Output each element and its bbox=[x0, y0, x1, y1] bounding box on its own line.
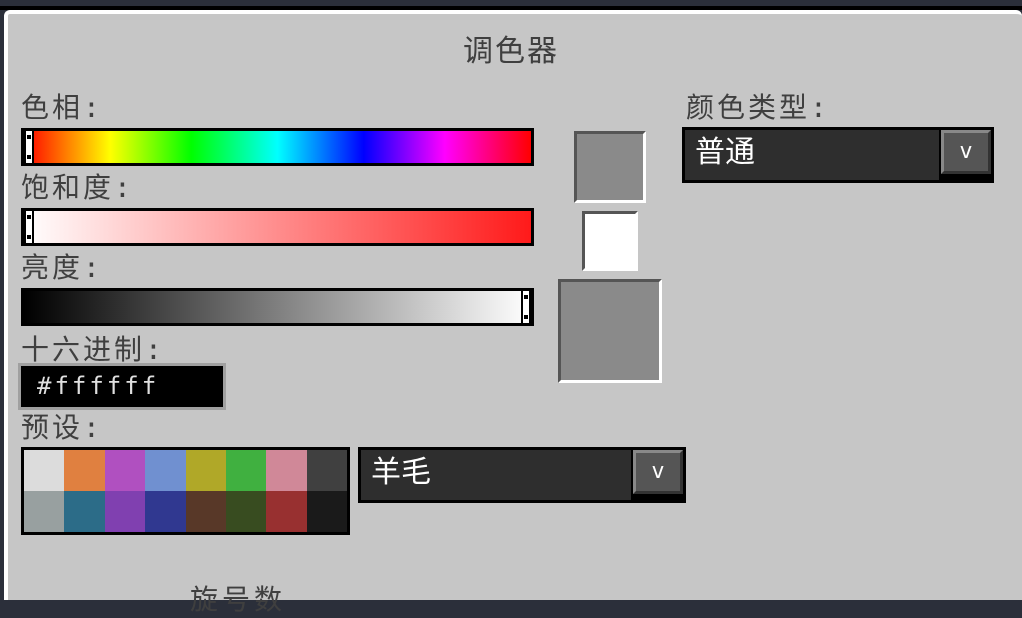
hue-slider[interactable] bbox=[21, 128, 534, 166]
hue-gradient bbox=[24, 131, 531, 163]
hex-input[interactable]: #ffffff bbox=[21, 366, 223, 407]
hex-label: 十六进制: bbox=[21, 333, 165, 366]
current-color-preview bbox=[582, 211, 638, 271]
saturation-slider-knob[interactable] bbox=[24, 211, 34, 243]
preset-color-swatch[interactable] bbox=[185, 450, 226, 491]
preset-color-swatch[interactable] bbox=[225, 450, 267, 491]
brightness-label: 亮度: bbox=[21, 251, 103, 284]
preset-dropdown[interactable]: 羊毛 v bbox=[358, 447, 686, 503]
color-type-dropdown-value[interactable]: 普通 bbox=[685, 130, 939, 180]
preset-color-swatch[interactable] bbox=[24, 450, 65, 491]
color-type-dropdown[interactable]: 普通 v bbox=[682, 127, 994, 183]
brightness-gradient bbox=[24, 291, 531, 323]
preset-color-swatch[interactable] bbox=[225, 491, 267, 532]
preset-color-swatch[interactable] bbox=[104, 450, 146, 491]
preset-color-swatch[interactable] bbox=[104, 491, 146, 532]
preset-color-swatch[interactable] bbox=[145, 450, 186, 491]
chevron-down-icon: v bbox=[959, 139, 973, 164]
preset-color-swatch[interactable] bbox=[266, 491, 307, 532]
presets-label: 预设: bbox=[21, 411, 103, 444]
preset-color-swatch[interactable] bbox=[306, 450, 347, 491]
preset-color-swatch[interactable] bbox=[64, 450, 105, 491]
preset-color-swatch[interactable] bbox=[266, 450, 307, 491]
brightness-slider[interactable] bbox=[21, 288, 534, 326]
original-color-preview bbox=[574, 131, 646, 203]
saturation-label: 饱和度: bbox=[21, 171, 134, 204]
hue-slider-knob[interactable] bbox=[24, 131, 34, 163]
chevron-down-icon: v bbox=[651, 459, 665, 484]
saturation-gradient bbox=[24, 211, 531, 243]
preset-color-swatch[interactable] bbox=[24, 491, 65, 532]
hex-input-frame[interactable]: #ffffff bbox=[18, 363, 226, 410]
partial-footer-label: 旋号数 bbox=[190, 583, 287, 616]
preset-color-swatch[interactable] bbox=[64, 491, 105, 532]
hue-label: 色相: bbox=[21, 91, 103, 124]
preset-palette bbox=[21, 447, 350, 535]
preset-dropdown-value[interactable]: 羊毛 bbox=[361, 450, 631, 500]
preset-dropdown-button[interactable]: v bbox=[633, 450, 683, 494]
preset-color-swatch[interactable] bbox=[185, 491, 226, 532]
saturation-slider[interactable] bbox=[21, 208, 534, 246]
preset-color-swatch[interactable] bbox=[145, 491, 186, 532]
preset-color-swatch[interactable] bbox=[306, 491, 347, 532]
result-color-preview bbox=[558, 279, 662, 383]
color-type-label: 颜色类型: bbox=[686, 91, 830, 124]
brightness-slider-knob[interactable] bbox=[521, 291, 531, 323]
dialog-title: 调色器 bbox=[463, 34, 559, 69]
color-type-dropdown-button[interactable]: v bbox=[941, 130, 991, 174]
